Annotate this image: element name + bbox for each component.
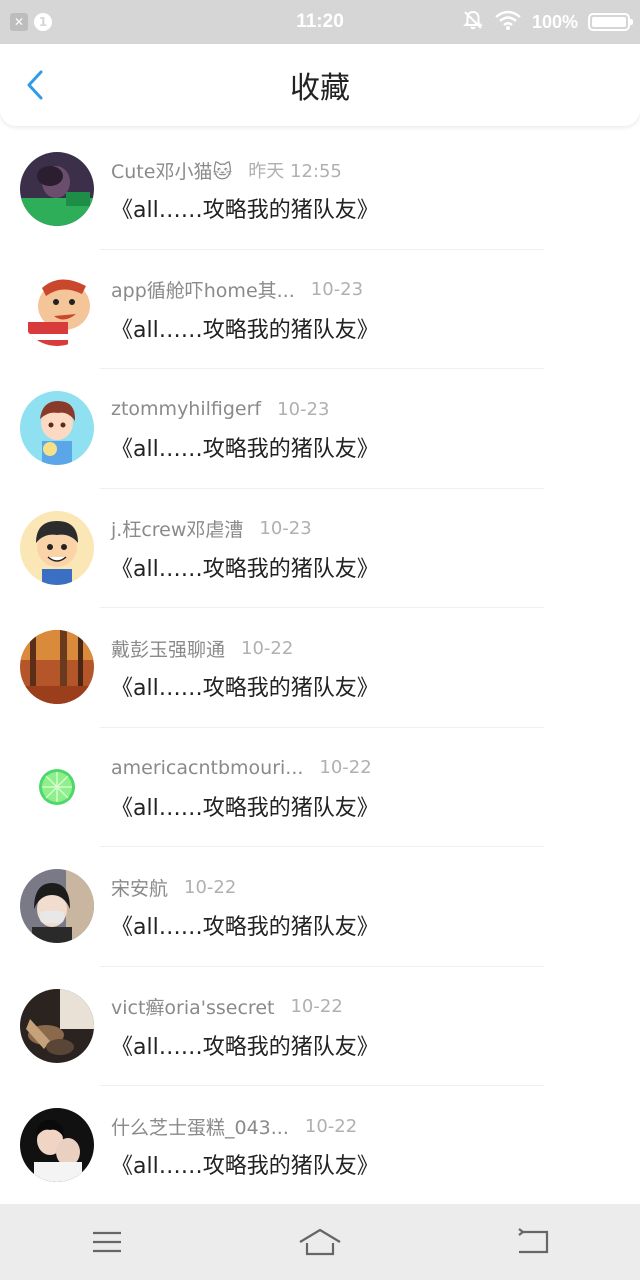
home-button[interactable] [290,1222,350,1262]
return-icon [518,1228,549,1254]
item-title[interactable]: 《all……攻略我的猪队友》 [111,790,379,822]
timestamp: 10-22 [290,996,343,1017]
item-meta: 什么芝士蛋糕_043... 10-22 [111,1112,357,1140]
list-item[interactable]: vict癣oria'ssecret 10-22 《all……攻略我的猪队友》 [0,967,640,1086]
item-meta: j.枉crew邓虐漕 10-23 [111,515,312,543]
mute-bell-icon [462,9,484,35]
timestamp: 10-22 [184,876,237,898]
timestamp: 昨天 12:55 [248,161,342,182]
item-meta: 戴彭玉强聊通 10-22 [111,634,293,662]
header: 收藏 [0,44,640,126]
timestamp: 10-23 [277,398,330,420]
item-title[interactable]: 《all……攻略我的猪队友》 [111,670,379,702]
username[interactable]: americacntbmouri... [111,757,303,779]
list-item[interactable]: app循舱吓home其... 10-23 《all……攻略我的猪队友》 [0,250,640,369]
item-title[interactable]: 《all……攻略我的猪队友》 [111,1148,379,1180]
status-right: 100% [462,0,633,44]
avatar[interactable] [20,988,94,1063]
close-notification-icon: ✕ [10,13,28,31]
item-title[interactable]: 《all……攻略我的猪队友》 [111,431,379,463]
username[interactable]: Cute邓小猫🐱 [111,157,232,184]
list-item[interactable]: ztommyhilfigerf 10-23 《all……攻略我的猪队友》 [0,369,640,489]
username[interactable]: 什么芝士蛋糕_043... [111,1113,289,1140]
username[interactable]: vict癣oria'ssecret [111,993,274,1020]
item-meta: americacntbmouri... 10-22 [111,754,372,782]
item-title[interactable]: 《all……攻略我的猪队友》 [111,551,379,583]
back-button[interactable] [20,70,50,100]
username[interactable]: app循舱吓home其... [111,276,295,303]
item-title[interactable]: 《all……攻略我的猪队友》 [111,312,379,344]
battery-percent: 100% [531,11,578,32]
back-nav-button[interactable] [503,1222,563,1262]
username[interactable]: 戴彭玉强聊通 [111,635,225,662]
battery-icon [588,13,633,31]
status-bar: ✕ 1 11:20 100% [0,0,640,44]
list-item[interactable]: americacntbmouri... 10-22 《all……攻略我的猪队友》 [0,728,640,847]
timestamp: 10-22 [319,757,372,778]
wifi-icon [494,9,522,35]
list-item[interactable]: 戴彭玉强聊通 10-22 《all……攻略我的猪队友》 [0,608,640,728]
menu-icon [92,1231,121,1253]
avatar[interactable] [20,510,94,585]
item-meta: ztommyhilfigerf 10-23 [111,395,329,423]
avatar[interactable] [20,152,94,226]
home-icon [299,1228,341,1256]
username[interactable]: ztommyhilfigerf [111,398,261,420]
list-item[interactable]: Cute邓小猫🐱 昨天 12:55 《all……攻略我的猪队友》 [0,130,640,250]
item-title[interactable]: 《all……攻略我的猪队友》 [111,909,379,941]
chevron-left-icon [27,70,43,100]
avatar[interactable] [20,271,94,346]
system-nav-bar [0,1204,640,1280]
list-item[interactable]: j.枉crew邓虐漕 10-23 《all……攻略我的猪队友》 [0,489,640,608]
avatar[interactable] [20,749,94,824]
timestamp: 10-22 [304,1115,358,1137]
item-meta: 宋安航 10-22 [111,873,236,901]
page-title: 收藏 [290,71,350,106]
list-item[interactable]: 宋安航 10-22 《all……攻略我的猪队友》 [0,847,640,967]
avatar[interactable] [20,869,94,943]
item-meta: app循舱吓home其... 10-23 [111,276,363,304]
timestamp: 10-23 [259,518,312,539]
timestamp: 10-23 [310,279,364,300]
item-title[interactable]: 《all……攻略我的猪队友》 [111,192,379,224]
menu-button[interactable] [77,1222,137,1262]
favorites-list: Cute邓小猫🐱 昨天 12:55 《all……攻略我的猪队友》 app循舱吓h… [0,130,640,1206]
item-meta: vict癣oria'ssecret 10-22 [111,993,343,1021]
status-left: ✕ 1 [0,13,52,31]
item-title[interactable]: 《all……攻略我的猪队友》 [111,1029,379,1061]
avatar[interactable] [20,630,94,704]
username[interactable]: 宋安航 [111,874,168,901]
timestamp: 10-22 [241,637,294,659]
username[interactable]: j.枉crew邓虐漕 [111,515,243,542]
item-meta: Cute邓小猫🐱 昨天 12:55 [111,156,342,184]
avatar[interactable] [20,1108,94,1182]
avatar[interactable] [20,391,94,465]
list-item[interactable]: 什么芝士蛋糕_043... 10-22 《all……攻略我的猪队友》 [0,1086,640,1206]
notification-count-badge: 1 [34,13,52,31]
